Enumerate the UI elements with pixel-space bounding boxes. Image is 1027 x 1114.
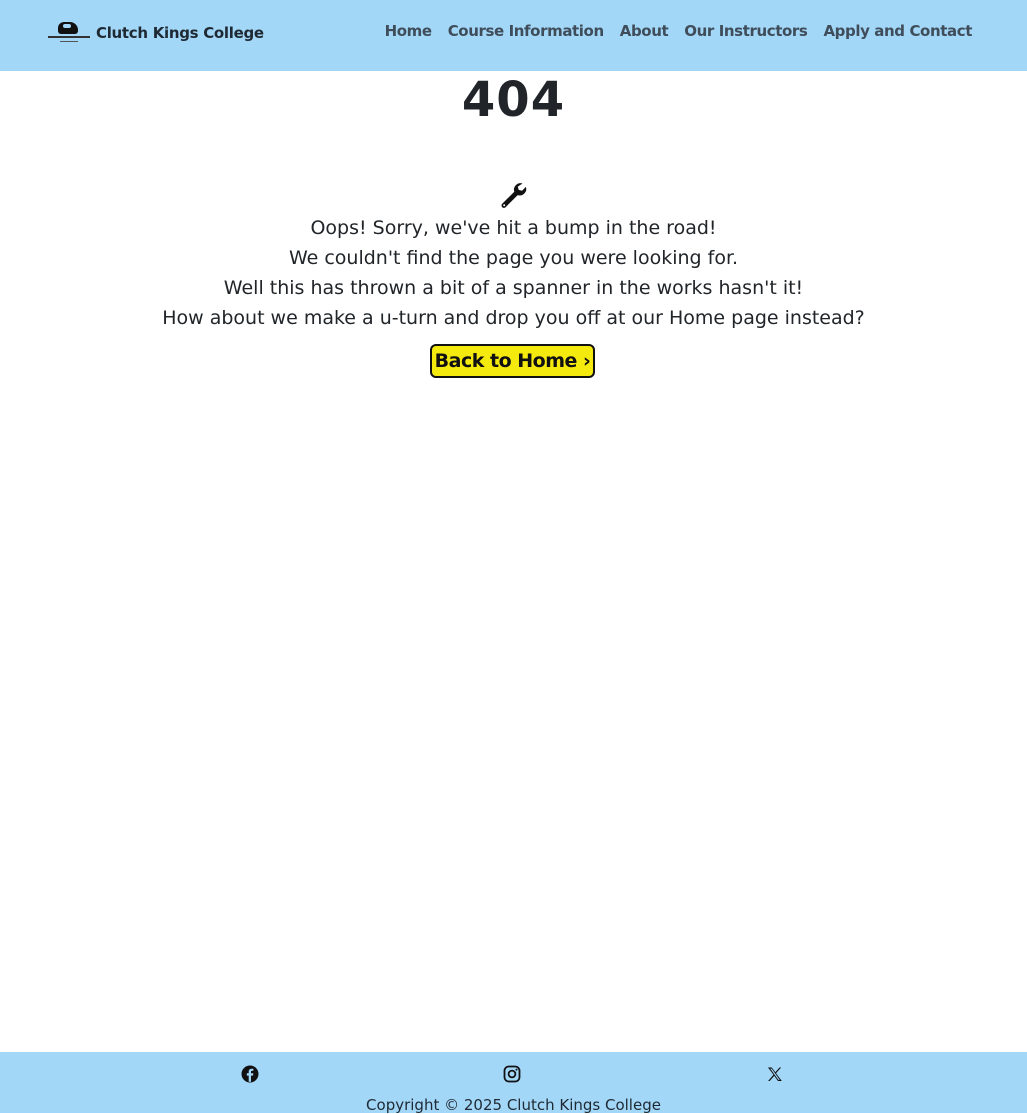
brand-logo [48,19,90,47]
nav-link-our-instructors[interactable]: Our Instructors [684,22,808,40]
error-code: 404 [461,72,566,128]
back-to-home-button[interactable]: Back to Home › [430,344,595,378]
navbar: Clutch Kings College Home Course Informa… [0,0,1027,71]
brand-link[interactable]: Clutch Kings College [48,18,264,48]
footer: Copyright © 2025 Clutch Kings College [0,1052,1027,1114]
message-line: How about we make a u-turn and drop you … [162,307,865,329]
brand-name: Clutch Kings College [96,24,264,42]
message-line: Oops! Sorry, we've hit a bump in the roa… [310,217,717,239]
x-icon[interactable] [765,1064,785,1084]
nav-link-apply-and-contact[interactable]: Apply and Contact [823,22,972,40]
facebook-icon[interactable] [240,1064,260,1084]
error-message: Oops! Sorry, we've hit a bump in the roa… [0,213,1027,333]
nav-link-home[interactable]: Home [385,22,432,40]
wrench-icon [498,180,528,210]
nav-link-about[interactable]: About [620,22,669,40]
instagram-icon[interactable] [502,1064,522,1084]
message-line: Well this has thrown a bit of a spanner … [223,277,804,299]
nav-link-course-information[interactable]: Course Information [448,22,604,40]
copyright-text: Copyright © 2025 Clutch Kings College [366,1096,661,1114]
main-nav: Home Course Information About Our Instru… [385,22,973,40]
message-line: We couldn't find the page you were looki… [288,247,739,269]
